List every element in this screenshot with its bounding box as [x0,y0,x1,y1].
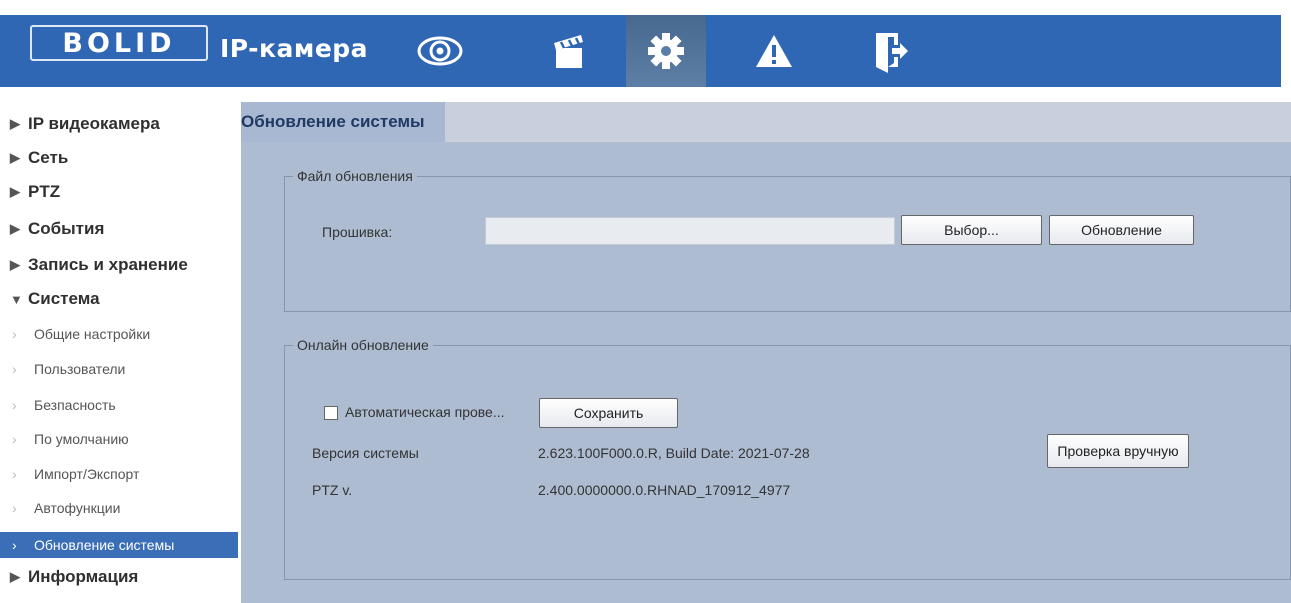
tab-system-update[interactable]: Обновление системы [241,102,445,142]
sidebar-group-label: Информация [28,567,139,586]
firmware-label: Прошивка: [322,224,393,240]
sidebar-item-general-settings[interactable]: › Общие настройки [10,323,150,345]
sidebar-group-ptz[interactable]: ▶ PTZ [10,180,60,204]
live-view-eye-icon[interactable] [400,15,480,87]
chevron-right-icon: › [12,537,17,553]
collapsed-arrow-icon: ▶ [10,569,20,584]
collapsed-arrow-icon: ▶ [10,184,20,199]
logo-text: BOLID [62,27,176,59]
save-button[interactable]: Сохранить [539,398,678,428]
logout-icon[interactable] [850,15,930,87]
sidebar-item-security[interactable]: › Безпасность [10,394,116,416]
auto-check-checkbox[interactable] [324,406,338,420]
main-panel: Обновление системы Файл обновления Проши… [241,102,1291,603]
chevron-right-icon: › [12,500,17,516]
sidebar-item-label: Импорт/Экспорт [34,466,140,482]
browse-button[interactable]: Выбор... [901,215,1042,245]
manual-check-button[interactable]: Проверка вручную [1047,434,1189,468]
sidebar-group-ip-camera[interactable]: ▶ IP видеокамера [10,112,160,136]
collapsed-arrow-icon: ▶ [10,150,20,165]
sidebar-group-label: PTZ [28,182,61,201]
sidebar-group-label: Система [28,289,100,308]
chevron-right-icon: › [12,397,17,413]
chevron-right-icon: › [12,361,17,377]
ptz-version-label: PTZ v. [312,482,353,498]
sidebar-item-label: Автофункции [34,500,121,516]
sidebar-item-auto-functions[interactable]: › Автофункции [10,497,120,519]
sidebar-item-label: Обновление системы [34,537,175,553]
system-version-value: 2.623.100F000.0.R, Build Date: 2021-07-2… [538,445,810,461]
sidebar-group-system[interactable]: ▼ Система [10,287,100,311]
chevron-right-icon: › [12,466,17,482]
sidebar-group-label: IP видеокамера [28,114,160,133]
online-update-legend: Онлайн обновление [297,337,429,353]
collapsed-arrow-icon: ▶ [10,221,20,236]
collapsed-arrow-icon: ▶ [10,257,20,272]
left-sidebar: ▶ IP видеокамера ▶ Сеть ▶ PTZ ▶ События … [0,100,240,603]
sidebar-item-defaults[interactable]: › По умолчанию [10,428,129,450]
update-button[interactable]: Обновление [1049,215,1194,245]
brand-logo: BOLID [30,25,208,61]
sidebar-group-network[interactable]: ▶ Сеть [10,146,68,170]
content-area: Файл обновления Прошивка: Выбор... Обнов… [241,142,1291,603]
sidebar-group-information[interactable]: ▶ Информация [10,565,138,589]
file-update-legend: Файл обновления [297,168,413,184]
sidebar-group-label: События [28,219,105,238]
sidebar-group-label: Запись и хранение [28,255,188,274]
ptz-version-value: 2.400.0000000.0.RHNAD_170912_4977 [538,482,791,498]
alarm-warning-icon[interactable] [734,15,814,87]
sidebar-item-import-export[interactable]: › Импорт/Экспорт [10,463,139,485]
firmware-file-input[interactable] [485,217,895,245]
system-version-label: Версия системы [312,445,419,461]
auto-check-label: Автоматическая прове... [345,404,505,420]
sidebar-item-label: По умолчанию [34,431,129,447]
app-title: IP-камера [220,34,369,63]
sidebar-item-system-update[interactable]: › Обновление системы [0,532,238,558]
sidebar-item-label: Общие настройки [34,326,151,342]
collapsed-arrow-icon: ▶ [10,116,20,131]
sidebar-group-events[interactable]: ▶ События [10,217,104,241]
sidebar-group-label: Сеть [28,148,69,167]
chevron-right-icon: › [12,431,17,447]
playback-clapperboard-icon[interactable] [530,15,610,87]
settings-gear-icon[interactable] [626,15,706,87]
sidebar-item-label: Безпасность [34,397,116,413]
expanded-arrow-icon: ▼ [10,291,23,307]
sidebar-group-recording-storage[interactable]: ▶ Запись и хранение [10,253,188,277]
chevron-right-icon: › [12,326,17,342]
sidebar-item-label: Пользователи [34,361,126,377]
sidebar-item-users[interactable]: › Пользователи [10,358,125,380]
